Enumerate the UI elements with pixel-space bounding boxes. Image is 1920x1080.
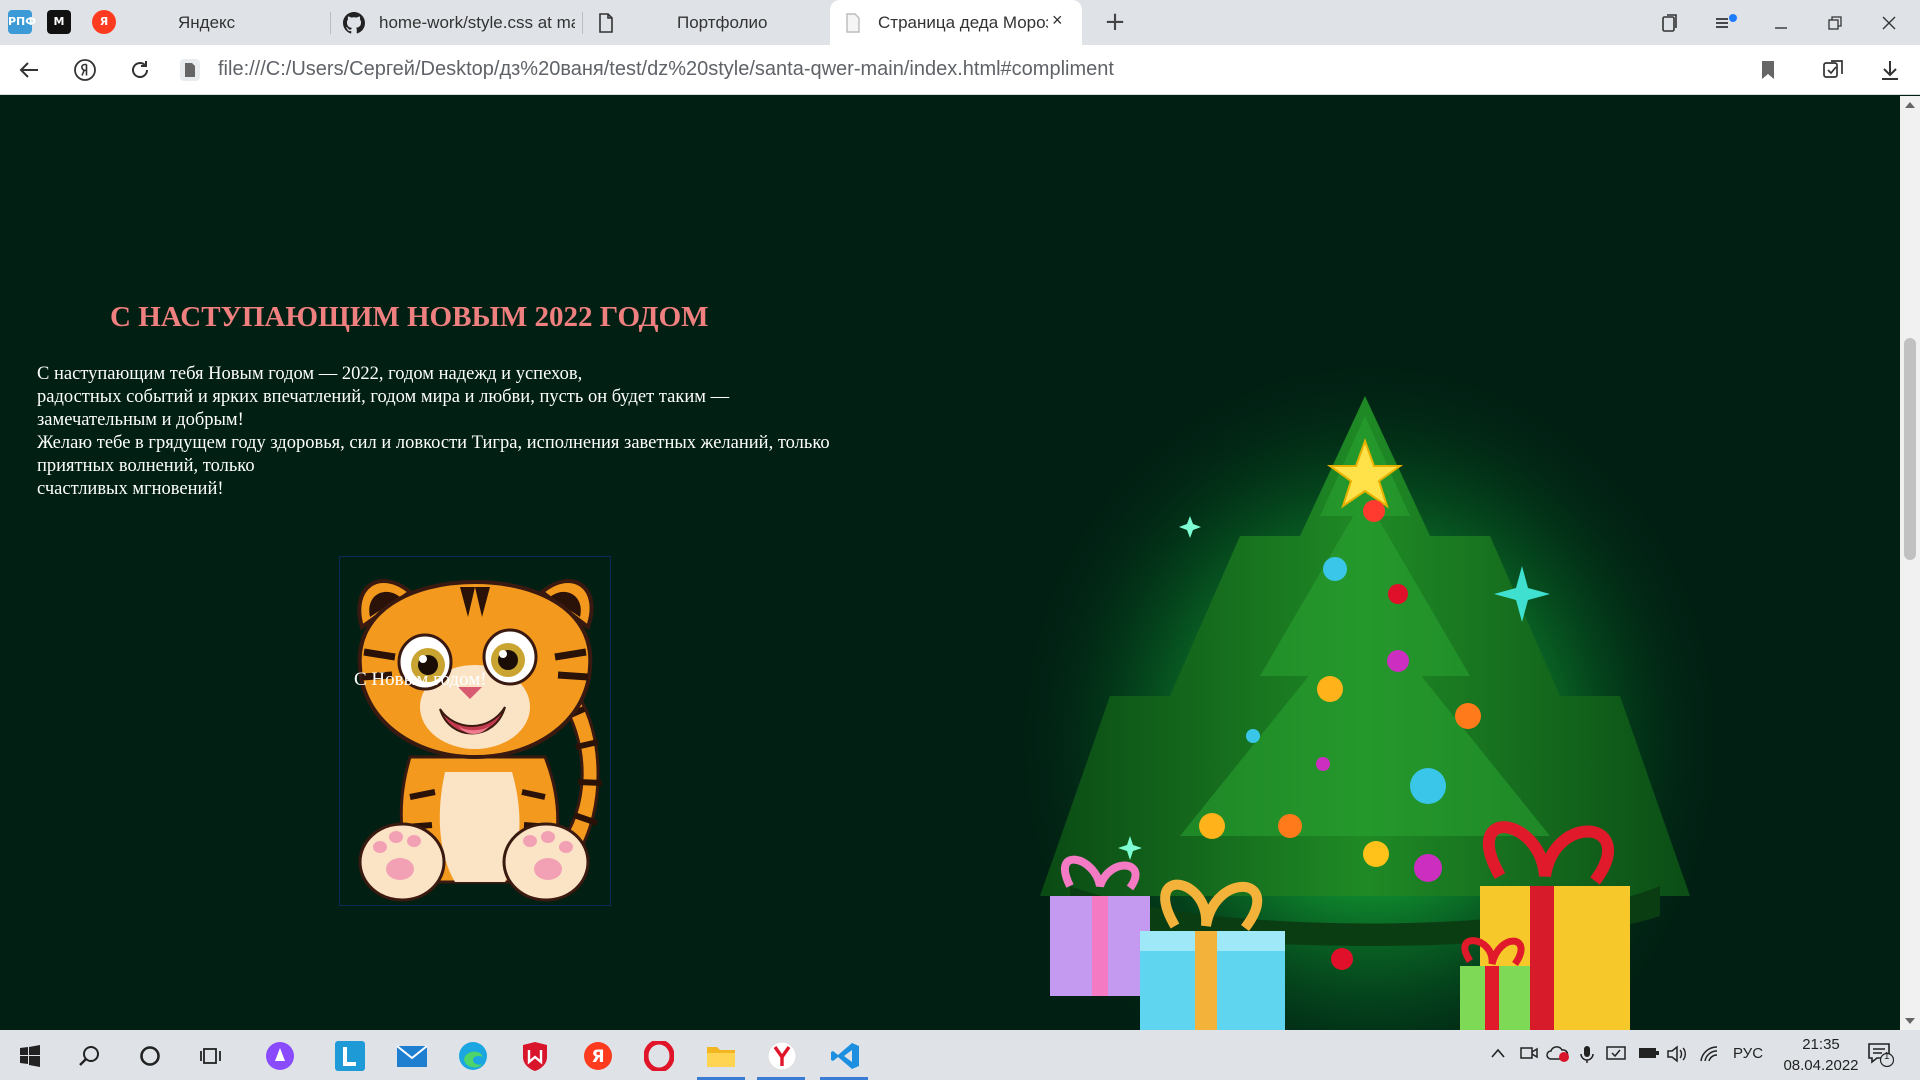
- l-app-icon[interactable]: [334, 1040, 366, 1072]
- clock-date: 08.04.2022: [1783, 1057, 1859, 1074]
- mail-icon[interactable]: [396, 1040, 428, 1072]
- tiger-cub-illustration: [357, 579, 603, 902]
- vscode-icon[interactable]: [829, 1040, 861, 1072]
- clock-time: 21:35: [1802, 1036, 1840, 1053]
- scroll-up-arrow[interactable]: [1905, 102, 1915, 108]
- tab-label: Портфолио: [677, 12, 768, 32]
- yandex-app-icon[interactable]: Я: [582, 1040, 614, 1072]
- greeting-line: приятных волнений, только: [37, 456, 255, 476]
- new-tab-button[interactable]: +: [1099, 7, 1131, 39]
- cloud-sync-icon[interactable]: [1546, 1045, 1570, 1067]
- wifi-icon[interactable]: [1700, 1045, 1720, 1067]
- monitor-check-icon[interactable]: [1606, 1045, 1626, 1067]
- menu-icon[interactable]: [1706, 8, 1746, 38]
- greeting-line: радостных событий и ярких впечатлений, г…: [37, 387, 730, 407]
- alice-icon[interactable]: [264, 1040, 296, 1072]
- browser-tab-bar: РПФ M Я Яндекс home-work/style.css at ma…: [0, 0, 1920, 45]
- tab-label: Страница деда Мороза: [878, 12, 1048, 32]
- greeting-line: С наступающим тебя Новым годом — 2022, г…: [37, 364, 583, 384]
- system-clock[interactable]: 21:35 08.04.2022: [1776, 1034, 1866, 1076]
- greeting-line: счастливых мгновений!: [37, 479, 224, 499]
- reload-button[interactable]: [124, 54, 156, 86]
- page-heading: С НАСТУПАЮЩИМ НОВЫМ 2022 ГОДОМ: [110, 301, 709, 333]
- search-icon[interactable]: [73, 1040, 105, 1072]
- greeting-text: С наступающим тебя Новым годом — 2022, г…: [37, 363, 917, 501]
- github-icon: [343, 11, 365, 34]
- windows-taskbar: Я РУС 21:35 08.04.2022 1: [0, 1030, 1920, 1080]
- page-icon: [842, 12, 864, 34]
- page-scrollbar[interactable]: [1900, 96, 1920, 1030]
- browser-toolbar: file:///C:/Users/Сергей/Desktop/дз%20ван…: [0, 45, 1920, 95]
- tray-overflow-icon[interactable]: [1490, 1045, 1506, 1064]
- mcafee-icon[interactable]: [519, 1040, 551, 1072]
- tab-label: home-work/style.css at ma: [379, 12, 575, 32]
- notification-center-icon[interactable]: 1: [1868, 1043, 1895, 1071]
- file-protocol-icon[interactable]: [174, 54, 206, 86]
- tiger-card[interactable]: С Новым годом!: [339, 556, 611, 906]
- close-window-icon[interactable]: [1869, 8, 1909, 38]
- cortana-icon[interactable]: [134, 1040, 166, 1072]
- protect-icon[interactable]: [1818, 54, 1850, 86]
- scroll-down-arrow[interactable]: [1905, 1018, 1915, 1024]
- opera-icon[interactable]: [643, 1040, 675, 1072]
- file-icon: [595, 12, 617, 34]
- windows-start-icon[interactable]: [14, 1040, 46, 1072]
- restore-icon[interactable]: [1815, 8, 1855, 38]
- greeting-line: Желаю тебе в грядущем году здоровья, сил…: [37, 433, 830, 453]
- greeting-line: замечательным и добрым!: [37, 410, 244, 430]
- notification-count: 1: [1884, 1051, 1890, 1062]
- tab-yandex[interactable]: Яндекс: [140, 0, 330, 45]
- collections-icon[interactable]: [1650, 8, 1690, 38]
- pinned-tab-m[interactable]: M: [47, 10, 71, 34]
- battery-icon[interactable]: [1638, 1045, 1660, 1064]
- download-icon[interactable]: [1874, 54, 1906, 86]
- volume-icon[interactable]: [1667, 1045, 1687, 1067]
- meet-now-icon[interactable]: [1520, 1045, 1538, 1065]
- file-explorer-icon[interactable]: [705, 1040, 737, 1072]
- tab-portfolio[interactable]: Портфолио: [583, 0, 828, 45]
- pinned-tab-rpf[interactable]: РПФ: [8, 10, 36, 34]
- scroll-thumb[interactable]: [1904, 338, 1916, 560]
- task-view-icon[interactable]: [195, 1040, 227, 1072]
- page-content: С НАСТУПАЮЩИМ НОВЫМ 2022 ГОДОМ С наступа…: [0, 96, 1900, 1030]
- tab-santa-page[interactable]: Страница деда Мороза ×: [830, 0, 1082, 45]
- edge-icon[interactable]: [457, 1040, 489, 1072]
- language-indicator[interactable]: РУС: [1733, 1045, 1763, 1062]
- tab-github[interactable]: home-work/style.css at ma: [331, 0, 581, 45]
- address-text: file:///C:/Users/Сергей/Desktop/дз%20ван…: [218, 58, 1114, 80]
- close-tab-icon[interactable]: ×: [1052, 10, 1063, 31]
- back-button[interactable]: [13, 54, 45, 86]
- svg-text:Я: Я: [591, 1047, 604, 1067]
- pinned-tab-yandex[interactable]: Я: [92, 10, 116, 34]
- yandex-home-button[interactable]: [69, 54, 101, 86]
- bookmark-icon[interactable]: [1752, 54, 1784, 86]
- minimize-icon[interactable]: [1761, 8, 1801, 38]
- address-bar[interactable]: file:///C:/Users/Сергей/Desktop/дз%20ван…: [218, 58, 1114, 81]
- tiger-caption: С Новым годом!: [354, 669, 487, 690]
- yandex-browser-icon[interactable]: [766, 1040, 798, 1072]
- christmas-tree-illustration: [1010, 336, 1730, 1030]
- microphone-icon[interactable]: [1580, 1045, 1594, 1067]
- tab-label: Яндекс: [178, 12, 236, 32]
